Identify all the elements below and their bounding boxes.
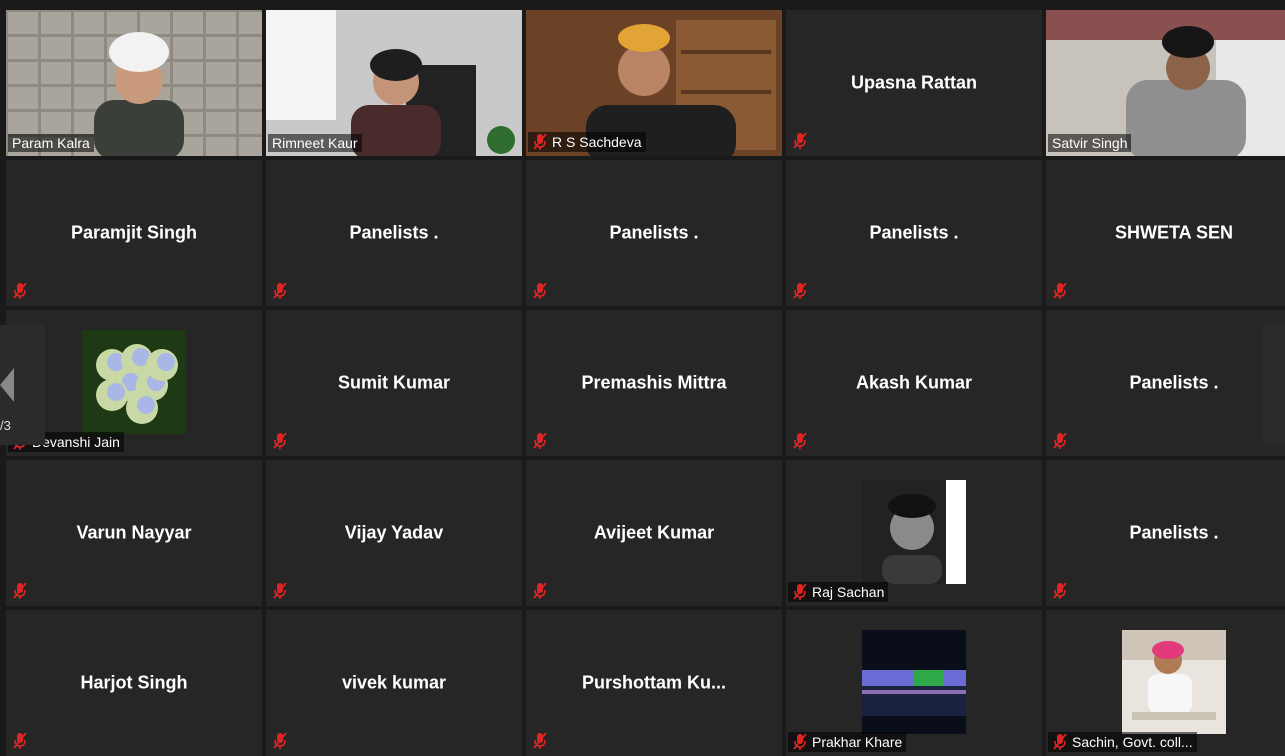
participant-tile[interactable]: Akash Kumar <box>786 310 1042 456</box>
microphone-muted-icon <box>13 732 27 749</box>
participant-name: Premashis Mittra <box>581 372 727 393</box>
microphone-muted-icon <box>793 432 807 449</box>
participant-name: Raj Sachan <box>812 584 885 600</box>
microphone-muted-icon <box>793 733 807 750</box>
microphone-muted-icon <box>793 282 807 299</box>
participant-name: Akash Kumar <box>855 372 973 393</box>
participant-tile[interactable]: Upasna Rattan <box>786 10 1042 156</box>
participant-name-label: Satvir Singh <box>1048 134 1132 152</box>
gallery-grid: Param Kalra Rimneet Kaur R S Sachdeva Upasn… <box>6 10 1285 756</box>
next-page-button[interactable] <box>1263 325 1285 445</box>
participant-tile[interactable]: Avijeet Kumar <box>526 460 782 606</box>
participant-tile[interactable]: Rimneet Kaur <box>266 10 522 156</box>
participant-tile[interactable]: Raj Sachan <box>786 460 1042 606</box>
profile-picture <box>82 330 186 434</box>
participant-name: Purshottam Ku... <box>581 672 726 693</box>
participant-tile[interactable]: Satvir Singh <box>1046 10 1285 156</box>
profile-picture <box>862 480 966 584</box>
chevron-left-icon <box>0 368 14 402</box>
participant-name: Avijeet Kumar <box>593 522 715 543</box>
participant-tile[interactable]: Panelists . <box>526 160 782 306</box>
participant-name: Panelists . <box>1129 372 1219 393</box>
participant-name-label: Param Kalra <box>8 134 94 152</box>
participant-name: R S Sachdeva <box>552 134 642 150</box>
participant-name: Sumit Kumar <box>337 372 451 393</box>
participant-name: Devanshi Jain <box>32 434 120 450</box>
microphone-muted-icon <box>13 582 27 599</box>
participant-tile[interactable]: vivek kumar <box>266 610 522 756</box>
microphone-muted-icon <box>793 132 807 149</box>
participant-tile[interactable]: Prakhar Khare <box>786 610 1042 756</box>
profile-picture <box>1122 630 1226 734</box>
microphone-muted-icon <box>793 583 807 600</box>
participant-tile[interactable]: Premashis Mittra <box>526 310 782 456</box>
participant-name: Rimneet Kaur <box>272 135 358 151</box>
microphone-muted-icon <box>533 133 547 150</box>
participant-name: Panelists . <box>609 222 699 243</box>
participant-name: Panelists . <box>869 222 959 243</box>
microphone-muted-icon <box>1053 582 1067 599</box>
participant-name: Sachin, Govt. coll... <box>1072 734 1193 750</box>
microphone-muted-icon <box>1053 733 1067 750</box>
participant-name: vivek kumar <box>341 672 447 693</box>
participant-tile[interactable]: Panelists . <box>266 160 522 306</box>
participant-tile[interactable]: Purshottam Ku... <box>526 610 782 756</box>
microphone-muted-icon <box>533 582 547 599</box>
participant-name-label: Raj Sachan <box>788 582 889 602</box>
participant-name: Param Kalra <box>12 135 90 151</box>
participant-tile[interactable]: Varun Nayyar <box>6 460 262 606</box>
participant-name: Vijay Yadav <box>344 522 444 543</box>
participant-tile[interactable]: Param Kalra <box>6 10 262 156</box>
microphone-muted-icon <box>1053 432 1067 449</box>
participant-name: Harjot Singh <box>80 672 188 693</box>
microphone-muted-icon <box>273 582 287 599</box>
participant-name: Varun Nayyar <box>76 522 192 543</box>
microphone-muted-icon <box>533 282 547 299</box>
page-indicator: /3 <box>0 418 11 433</box>
participant-tile[interactable]: Sumit Kumar <box>266 310 522 456</box>
participant-tile[interactable]: R S Sachdeva <box>526 10 782 156</box>
participant-name-label: Sachin, Govt. coll... <box>1048 732 1197 752</box>
microphone-muted-icon <box>273 282 287 299</box>
participant-name-label: Prakhar Khare <box>788 732 907 752</box>
participant-name: SHWETA SEN <box>1114 222 1233 243</box>
participant-tile[interactable]: Paramjit Singh <box>6 160 262 306</box>
microphone-muted-icon <box>533 432 547 449</box>
participant-name: Panelists . <box>349 222 439 243</box>
microphone-muted-icon <box>273 732 287 749</box>
participant-tile[interactable]: Panelists . <box>1046 460 1285 606</box>
microphone-muted-icon <box>273 432 287 449</box>
participant-name-label: Rimneet Kaur <box>268 134 362 152</box>
participant-tile[interactable]: Sachin, Govt. coll... <box>1046 610 1285 756</box>
participant-tile[interactable]: Vijay Yadav <box>266 460 522 606</box>
participant-name: Upasna Rattan <box>850 72 978 93</box>
participant-name: Prakhar Khare <box>812 734 903 750</box>
profile-picture <box>862 630 966 734</box>
participant-tile[interactable]: Harjot Singh <box>6 610 262 756</box>
participant-name: Paramjit Singh <box>70 222 198 243</box>
microphone-muted-icon <box>13 282 27 299</box>
microphone-muted-icon <box>533 732 547 749</box>
participant-tile[interactable]: Panelists . <box>786 160 1042 306</box>
participant-tile[interactable]: Panelists . <box>1046 310 1285 456</box>
microphone-muted-icon <box>1053 282 1067 299</box>
participant-name: Satvir Singh <box>1052 135 1128 151</box>
participant-name-label: R S Sachdeva <box>528 132 646 152</box>
participant-name: Panelists . <box>1129 522 1219 543</box>
participant-tile[interactable]: SHWETA SEN <box>1046 160 1285 306</box>
